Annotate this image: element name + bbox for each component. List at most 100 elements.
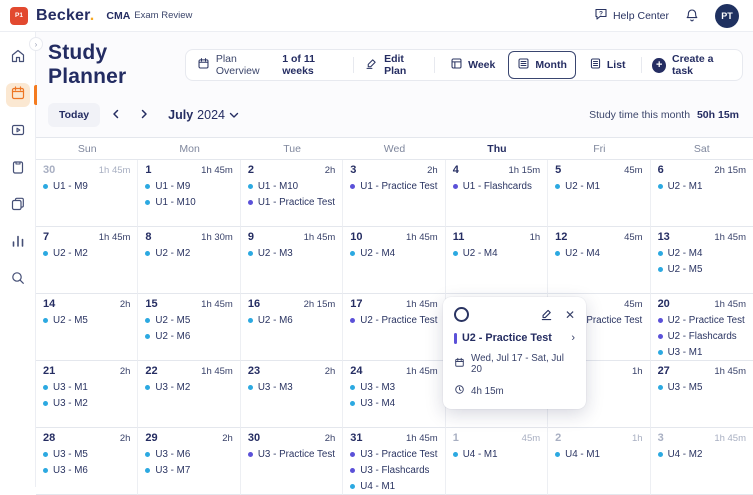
calendar-day-cell[interactable]: 111hU2 - M4 bbox=[446, 227, 548, 294]
calendar-day-cell[interactable]: 212hU3 - M1U3 - M2 bbox=[36, 361, 138, 428]
calendar-day-cell[interactable]: 232hU3 - M3 bbox=[241, 361, 343, 428]
calendar-day-cell[interactable]: 201h 45mU2 - Practice TestU2 - Flashcard… bbox=[651, 294, 753, 361]
calendar-day-cell[interactable]: 171h 45mU2 - Practice Test bbox=[343, 294, 445, 361]
sidebar-item-course-player[interactable] bbox=[6, 120, 30, 144]
edit-task-icon[interactable] bbox=[540, 308, 553, 321]
task-item[interactable]: U3 - Practice Test bbox=[350, 449, 437, 460]
calendar-day-cell[interactable]: 31h 45mU4 - M2 bbox=[651, 428, 753, 495]
task-item[interactable]: U3 - Practice Test bbox=[248, 449, 335, 460]
edit-plan-button[interactable]: Edit Plan bbox=[354, 50, 434, 80]
calendar-day-cell[interactable]: 301h 45mU1 - M9 bbox=[36, 160, 138, 227]
chevron-right-icon bbox=[139, 106, 149, 124]
calendar-day-cell[interactable]: 271h 45mU3 - M5 bbox=[651, 361, 753, 428]
task-item[interactable]: U2 - M2 bbox=[43, 248, 130, 259]
view-list-button[interactable]: List bbox=[580, 51, 635, 79]
task-item[interactable]: U2 - M4 bbox=[350, 248, 437, 259]
calendar-day-cell[interactable]: 282hU3 - M5U3 - M6 bbox=[36, 428, 138, 495]
notifications-bell-icon[interactable] bbox=[685, 8, 699, 23]
calendar-day-cell[interactable]: 1245mU2 - M4 bbox=[548, 227, 650, 294]
task-item[interactable]: U3 - M2 bbox=[145, 382, 232, 393]
task-item[interactable]: U2 - M5 bbox=[658, 264, 746, 275]
task-item[interactable]: U1 - M10 bbox=[145, 197, 232, 208]
task-item[interactable]: U3 - M5 bbox=[658, 382, 746, 393]
task-item[interactable]: U3 - M2 bbox=[43, 398, 130, 409]
calendar-day-cell[interactable]: 131h 45mU2 - M4U2 - M5 bbox=[651, 227, 753, 294]
task-item[interactable]: U4 - M1 bbox=[555, 449, 642, 460]
view-week-button[interactable]: Week bbox=[441, 51, 504, 79]
task-item[interactable]: U2 - M4 bbox=[555, 248, 642, 259]
next-month-button[interactable] bbox=[132, 102, 156, 128]
sidebar-item-search[interactable] bbox=[6, 268, 30, 292]
calendar-day-cell[interactable]: 241h 45mU3 - M3U3 - M4 bbox=[343, 361, 445, 428]
task-item[interactable]: U2 - M1 bbox=[658, 181, 746, 192]
task-item[interactable]: U1 - M9 bbox=[145, 181, 232, 192]
calendar-day-cell[interactable]: 21hU4 - M1 bbox=[548, 428, 650, 495]
sidebar-item-study-planner[interactable] bbox=[6, 83, 30, 107]
task-item[interactable]: U3 - Flashcards bbox=[350, 465, 437, 476]
task-item[interactable]: U2 - M3 bbox=[248, 248, 335, 259]
month-selector[interactable]: July 2024 bbox=[168, 108, 239, 122]
close-popup-icon[interactable]: ✕ bbox=[565, 309, 575, 321]
calendar-day-cell[interactable]: 101h 45mU2 - M4 bbox=[343, 227, 445, 294]
calendar-day-cell[interactable]: 545mU2 - M1 bbox=[548, 160, 650, 227]
task-item[interactable]: U3 - M3 bbox=[248, 382, 335, 393]
calendar-day-cell[interactable]: 221h 45mU3 - M2 bbox=[138, 361, 240, 428]
task-item[interactable]: U2 - M2 bbox=[145, 248, 232, 259]
task-item[interactable]: U4 - M2 bbox=[658, 449, 746, 460]
view-month-button[interactable]: Month bbox=[508, 51, 576, 79]
task-item[interactable]: U3 - M6 bbox=[43, 465, 130, 476]
task-item[interactable]: U2 - M5 bbox=[43, 315, 130, 326]
calendar-day-cell[interactable]: 292hU3 - M6U3 - M7 bbox=[138, 428, 240, 495]
sidebar-expand-handle[interactable]: › bbox=[29, 37, 43, 51]
calendar-day-cell[interactable]: 311h 45mU3 - Practice TestU3 - Flashcard… bbox=[343, 428, 445, 495]
task-item[interactable]: U2 - Flashcards bbox=[658, 331, 746, 342]
task-item[interactable]: U3 - M5 bbox=[43, 449, 130, 460]
calendar-day-cell[interactable]: 41h 15mU1 - Flashcards bbox=[446, 160, 548, 227]
task-item[interactable]: U3 - M1 bbox=[658, 347, 746, 358]
task-item[interactable]: U1 - M9 bbox=[43, 181, 130, 192]
task-item[interactable]: U2 - M1 bbox=[555, 181, 642, 192]
calendar-day-cell[interactable]: 62h 15mU2 - M1 bbox=[651, 160, 753, 227]
task-item[interactable]: U2 - M5 bbox=[145, 315, 232, 326]
calendar-day-cell[interactable]: 22hU1 - M10U1 - Practice Test bbox=[241, 160, 343, 227]
task-item[interactable]: U2 - M4 bbox=[658, 248, 746, 259]
task-complete-checkbox[interactable] bbox=[454, 307, 469, 322]
calendar-day-cell[interactable]: 32hU1 - Practice Test bbox=[343, 160, 445, 227]
chevron-right-icon[interactable]: › bbox=[571, 333, 575, 344]
sidebar-item-performance[interactable] bbox=[6, 231, 30, 255]
sidebar-item-flashcards[interactable] bbox=[6, 194, 30, 218]
task-item[interactable]: U4 - M1 bbox=[453, 449, 540, 460]
task-item[interactable]: U3 - M3 bbox=[350, 382, 437, 393]
task-item[interactable]: U3 - M6 bbox=[145, 449, 232, 460]
today-button[interactable]: Today bbox=[48, 103, 100, 127]
task-item[interactable]: U1 - Practice Test bbox=[350, 181, 437, 192]
calendar-day-cell[interactable]: 11h 45mU1 - M9U1 - M10 bbox=[138, 160, 240, 227]
create-task-button[interactable]: + Create a task bbox=[641, 50, 742, 80]
task-item[interactable]: U2 - M4 bbox=[453, 248, 540, 259]
sidebar-item-home[interactable] bbox=[6, 46, 30, 70]
prev-month-button[interactable] bbox=[104, 102, 128, 128]
calendar-day-cell[interactable]: 162h 15mU2 - M6 bbox=[241, 294, 343, 361]
calendar-day-cell[interactable]: 151h 45mU2 - M5U2 - M6 bbox=[138, 294, 240, 361]
task-item[interactable]: U2 - Practice Test bbox=[658, 315, 746, 326]
task-item[interactable]: U1 - Practice Test bbox=[248, 197, 335, 208]
task-item[interactable]: U2 - M6 bbox=[248, 315, 335, 326]
task-item[interactable]: U2 - Practice Test bbox=[350, 315, 437, 326]
task-item[interactable]: U1 - M10 bbox=[248, 181, 335, 192]
task-item[interactable]: U2 - M6 bbox=[145, 331, 232, 342]
calendar-day-cell[interactable]: 81h 30mU2 - M2 bbox=[138, 227, 240, 294]
avatar[interactable]: PT bbox=[715, 4, 739, 28]
clock-icon bbox=[454, 384, 465, 398]
calendar-day-cell[interactable]: 91h 45mU2 - M3 bbox=[241, 227, 343, 294]
task-item[interactable]: U3 - M7 bbox=[145, 465, 232, 476]
calendar-day-cell[interactable]: 142hU2 - M5 bbox=[36, 294, 138, 361]
help-center-button[interactable]: ? Help Center bbox=[594, 7, 669, 24]
task-item[interactable]: U1 - Flashcards bbox=[453, 181, 540, 192]
plan-overview-button[interactable]: Plan Overview 1 of 11 weeks bbox=[186, 50, 353, 80]
task-item[interactable]: U3 - M4 bbox=[350, 398, 437, 409]
calendar-day-cell[interactable]: 145mU4 - M1 bbox=[446, 428, 548, 495]
sidebar-item-tasks[interactable] bbox=[6, 157, 30, 181]
task-item[interactable]: U3 - M1 bbox=[43, 382, 130, 393]
calendar-day-cell[interactable]: 71h 45mU2 - M2 bbox=[36, 227, 138, 294]
calendar-day-cell[interactable]: 302hU3 - Practice Test bbox=[241, 428, 343, 495]
